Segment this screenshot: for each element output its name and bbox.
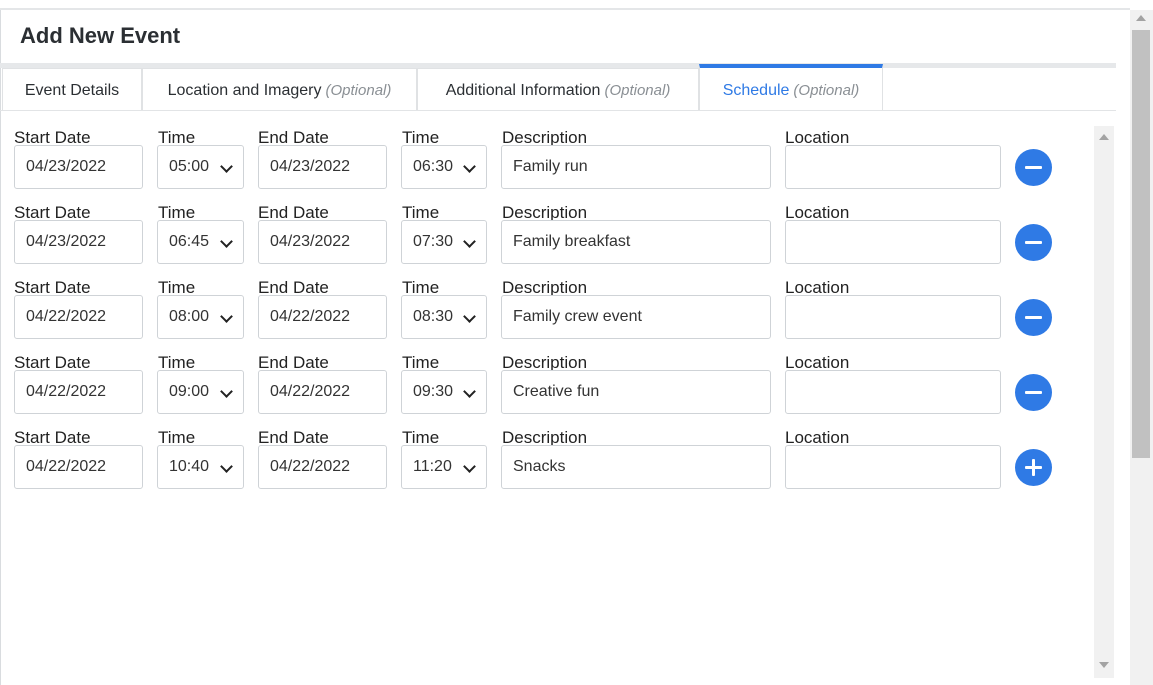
end-time-value: 11:20 bbox=[413, 458, 452, 475]
page-scrollbar-thumb[interactable] bbox=[1132, 30, 1150, 458]
tab-optional-tag: (Optional) bbox=[325, 82, 392, 99]
schedule-row: Start Date Time End Date Time Description Loc… bbox=[0, 353, 1090, 428]
start-time-value: 06:45 bbox=[169, 233, 210, 250]
page-scrollbar[interactable] bbox=[1130, 10, 1153, 685]
end-date-input[interactable]: 04/23/2022 bbox=[258, 145, 387, 189]
tab-additional-information[interactable]: Additional Information (Optional) bbox=[417, 68, 699, 110]
tab-location-imagery[interactable]: Location and Imagery (Optional) bbox=[142, 68, 417, 110]
schedule-row: Start Date Time End Date Time Description Loc… bbox=[0, 128, 1090, 203]
end-time-value: 08:30 bbox=[413, 308, 454, 325]
tab-bottom-border bbox=[0, 110, 1116, 111]
end-time-select[interactable]: 06:30 bbox=[401, 145, 487, 189]
chevron-down-icon bbox=[463, 160, 476, 173]
start-time-value: 10:40 bbox=[169, 458, 210, 475]
chevron-down-icon bbox=[220, 235, 233, 248]
scroll-up-arrow-icon[interactable] bbox=[1099, 134, 1109, 140]
minus-icon bbox=[1025, 241, 1042, 244]
start-time-value: 09:00 bbox=[169, 383, 210, 400]
chevron-down-icon bbox=[463, 235, 476, 248]
chevron-down-icon bbox=[220, 385, 233, 398]
remove-row-button[interactable] bbox=[1015, 374, 1052, 411]
chevron-down-icon bbox=[220, 460, 233, 473]
chevron-down-icon bbox=[220, 310, 233, 323]
schedule-row: Start Date Time End Date Time Description Loc… bbox=[0, 203, 1090, 278]
dialog-title: Add New Event bbox=[20, 23, 181, 48]
remove-row-button[interactable] bbox=[1015, 149, 1052, 186]
chevron-down-icon bbox=[463, 310, 476, 323]
start-time-select[interactable]: 05:00 bbox=[157, 145, 244, 189]
chevron-down-icon bbox=[463, 385, 476, 398]
chevron-down-icon bbox=[220, 160, 233, 173]
start-time-value: 08:00 bbox=[169, 308, 210, 325]
minus-icon bbox=[1025, 166, 1042, 169]
end-time-select[interactable]: 07:30 bbox=[401, 220, 487, 264]
tab-schedule[interactable]: Schedule (Optional) bbox=[699, 64, 883, 111]
description-input[interactable]: Family crew event bbox=[501, 295, 771, 339]
end-date-input[interactable]: 04/22/2022 bbox=[258, 295, 387, 339]
location-input[interactable] bbox=[785, 220, 1001, 264]
page-scroll-up-arrow-icon[interactable] bbox=[1136, 15, 1146, 21]
location-input[interactable] bbox=[785, 445, 1001, 489]
description-input[interactable]: Snacks bbox=[501, 445, 771, 489]
end-date-input[interactable]: 04/22/2022 bbox=[258, 370, 387, 414]
end-time-select[interactable]: 11:20 bbox=[401, 445, 487, 489]
start-time-select[interactable]: 06:45 bbox=[157, 220, 244, 264]
schedule-scrollbar[interactable] bbox=[1094, 126, 1114, 678]
minus-icon bbox=[1025, 391, 1042, 394]
scroll-down-arrow-icon[interactable] bbox=[1099, 662, 1109, 668]
schedule-row: Start Date Time End Date Time Description Loc… bbox=[0, 278, 1090, 353]
location-input[interactable] bbox=[785, 145, 1001, 189]
remove-row-button[interactable] bbox=[1015, 224, 1052, 261]
tab-optional-tag: (Optional) bbox=[604, 82, 671, 99]
tab-label: Event Details bbox=[24, 82, 120, 99]
end-time-select[interactable]: 09:30 bbox=[401, 370, 487, 414]
remove-row-button[interactable] bbox=[1015, 299, 1052, 336]
tab-bar: Event Details Location and Imagery (Optio… bbox=[0, 64, 1116, 111]
location-input[interactable] bbox=[785, 370, 1001, 414]
tab-optional-tag: (Optional) bbox=[793, 82, 860, 99]
end-time-value: 06:30 bbox=[413, 158, 454, 175]
end-time-value: 09:30 bbox=[413, 383, 454, 400]
tab-label: Location and Imagery bbox=[167, 82, 322, 99]
chevron-down-icon bbox=[463, 460, 476, 473]
tab-label: Additional Information bbox=[445, 82, 601, 99]
start-date-input[interactable]: 04/22/2022 bbox=[14, 295, 143, 339]
end-date-input[interactable]: 04/23/2022 bbox=[258, 220, 387, 264]
description-input[interactable]: Creative fun bbox=[501, 370, 771, 414]
start-time-value: 05:00 bbox=[169, 158, 210, 175]
end-time-value: 07:30 bbox=[413, 233, 454, 250]
tab-label: Schedule bbox=[722, 82, 790, 99]
start-time-select[interactable]: 10:40 bbox=[157, 445, 244, 489]
start-time-select[interactable]: 08:00 bbox=[157, 295, 244, 339]
plus-icon-vertical bbox=[1032, 459, 1035, 476]
schedule-row: Start Date Time End Date Time Description Loc… bbox=[0, 428, 1090, 503]
start-time-select[interactable]: 09:00 bbox=[157, 370, 244, 414]
add-row-button[interactable] bbox=[1015, 449, 1052, 486]
start-date-input[interactable]: 04/23/2022 bbox=[14, 220, 143, 264]
tab-event-details[interactable]: Event Details bbox=[2, 68, 142, 110]
minus-icon bbox=[1025, 316, 1042, 319]
start-date-input[interactable]: 04/23/2022 bbox=[14, 145, 143, 189]
end-time-select[interactable]: 08:30 bbox=[401, 295, 487, 339]
end-date-input[interactable]: 04/22/2022 bbox=[258, 445, 387, 489]
description-input[interactable]: Family breakfast bbox=[501, 220, 771, 264]
location-input[interactable] bbox=[785, 295, 1001, 339]
description-input[interactable]: Family run bbox=[501, 145, 771, 189]
start-date-input[interactable]: 04/22/2022 bbox=[14, 370, 143, 414]
start-date-input[interactable]: 04/22/2022 bbox=[14, 445, 143, 489]
